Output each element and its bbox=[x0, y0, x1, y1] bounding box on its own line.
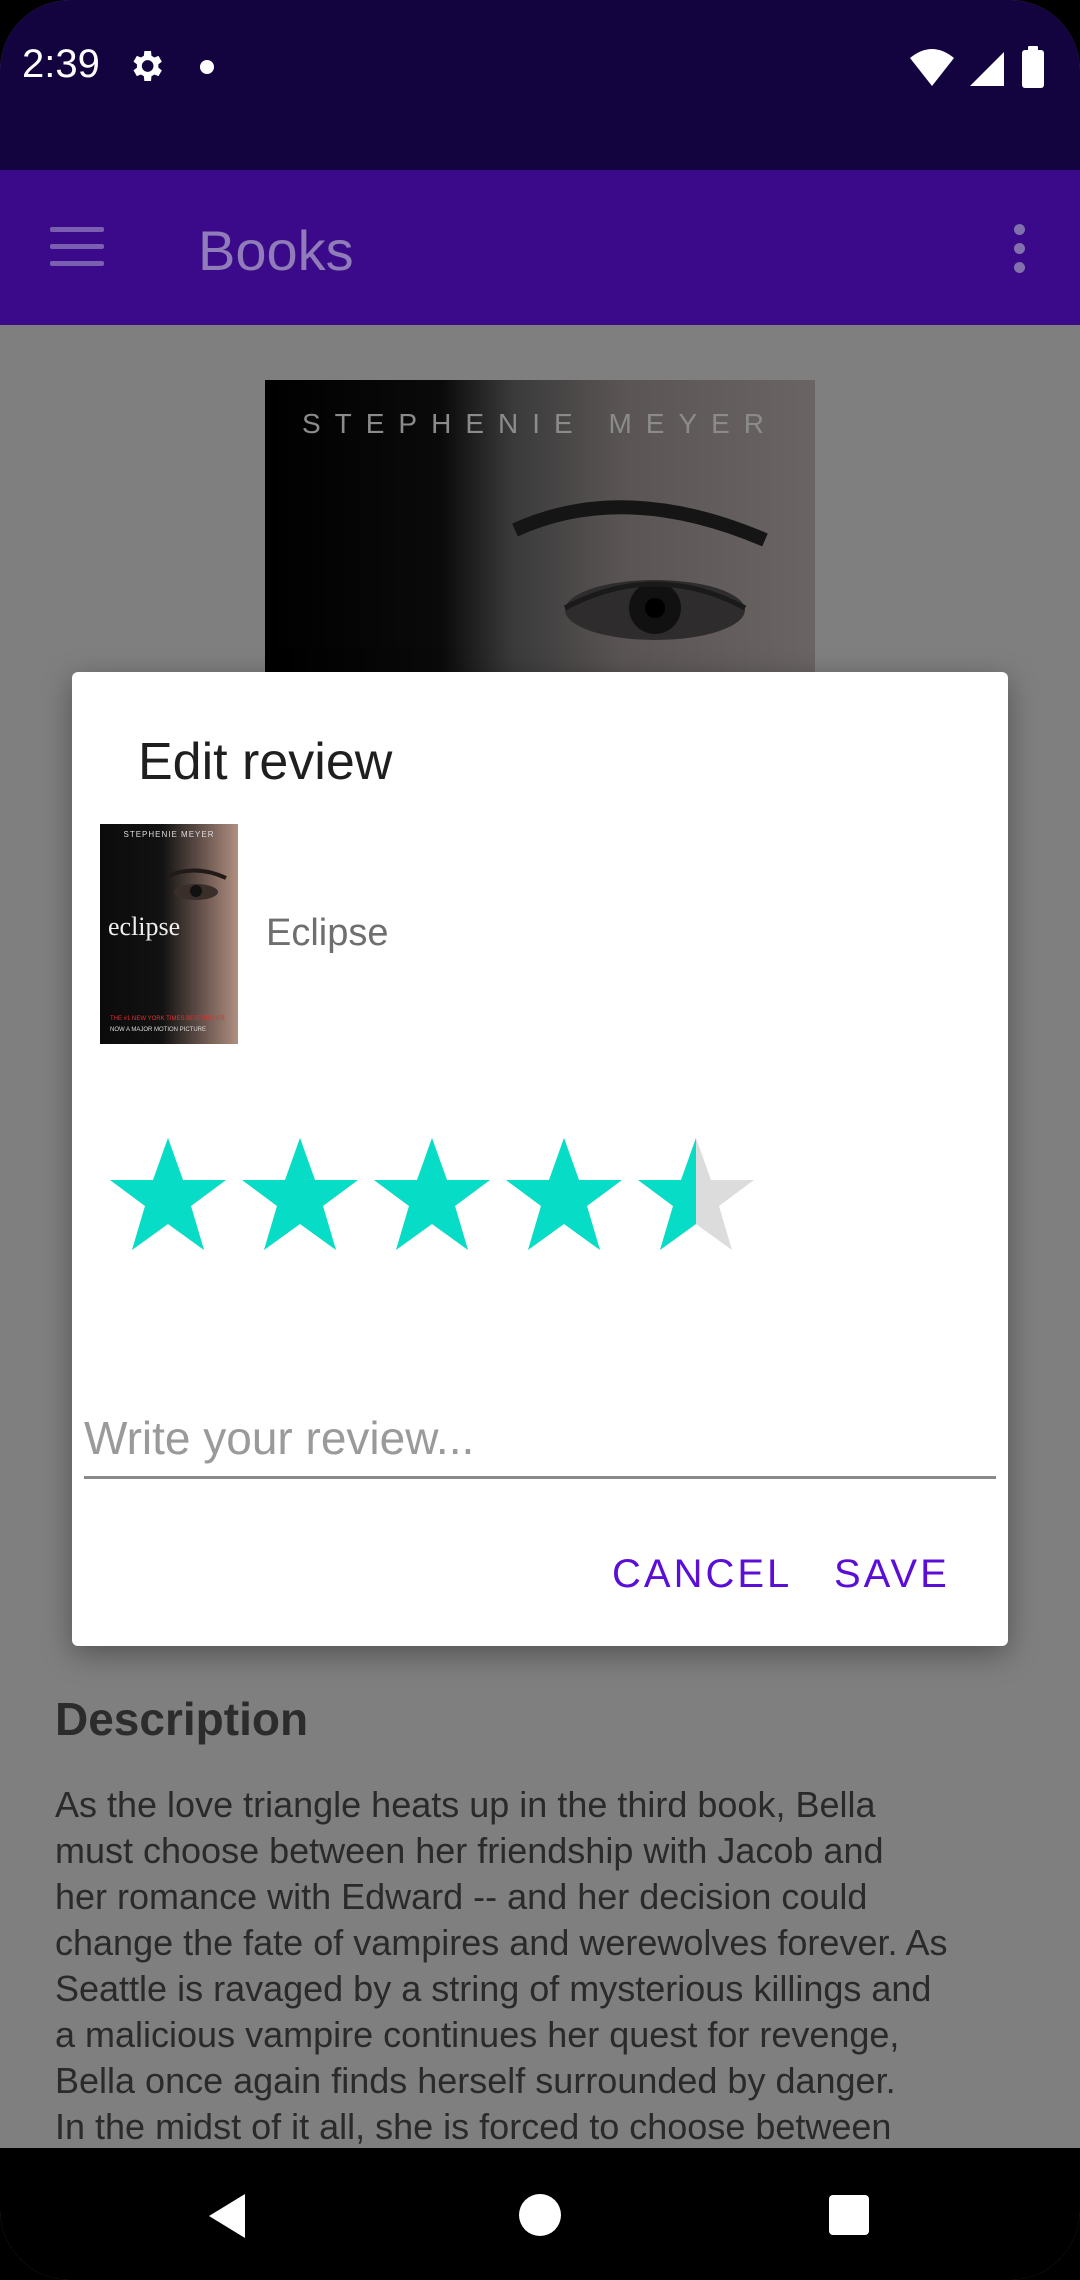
star-icon[interactable] bbox=[372, 1134, 492, 1254]
app-title: Books bbox=[198, 219, 354, 282]
star-icon[interactable] bbox=[240, 1134, 360, 1254]
dialog-title: Edit review bbox=[138, 733, 393, 791]
thumbnail-footer-1: THE #1 NEW YORK TIMES BESTSELLER bbox=[110, 1016, 225, 1022]
wifi-icon bbox=[910, 49, 954, 86]
app-bar: Books bbox=[0, 170, 1080, 325]
status-time: 2:39 bbox=[22, 42, 100, 86]
description-line: must choose between her friendship with … bbox=[55, 1830, 884, 1871]
thumbnail-footer-2: NOW A MAJOR MOTION PICTURE bbox=[110, 1027, 207, 1033]
home-icon[interactable] bbox=[519, 2194, 561, 2236]
edit-review-dialog: Edit review STEPHENIE MEYER eclipse THE … bbox=[72, 672, 1008, 1646]
eye-artwork bbox=[512, 500, 768, 640]
description-line: change the fate of vampires and werewolv… bbox=[55, 1922, 948, 1963]
signal-icon bbox=[970, 52, 1004, 86]
description-line: In the midst of it all, she is forced to… bbox=[55, 2106, 892, 2147]
book-cover-image: STEPHENIE MEYER bbox=[265, 380, 815, 680]
description-line: Bella once again finds herself surrounde… bbox=[55, 2060, 896, 2101]
status-bar: 2:39 bbox=[0, 0, 1080, 170]
description-text: As the love triangle heats up in the thi… bbox=[55, 1782, 1035, 2150]
recents-icon[interactable] bbox=[829, 2195, 869, 2235]
thumbnail-author: STEPHENIE MEYER bbox=[123, 830, 215, 839]
description-heading: Description bbox=[55, 1693, 309, 1745]
description-line: As the love triangle heats up in the thi… bbox=[55, 1784, 876, 1825]
description-line: Seattle is ravaged by a string of myster… bbox=[55, 1968, 932, 2009]
book-title: Eclipse bbox=[266, 912, 389, 954]
battery-icon bbox=[1022, 46, 1044, 88]
thumbnail-title: eclipse bbox=[108, 912, 181, 941]
description-line: her romance with Edward -- and her decis… bbox=[55, 1876, 868, 1917]
cover-author-text: STEPHENIE MEYER bbox=[301, 408, 779, 439]
settings-gear-icon bbox=[133, 51, 162, 81]
notification-dot-icon bbox=[200, 60, 214, 74]
thumbnail-eye-artwork bbox=[167, 868, 227, 900]
book-thumbnail: STEPHENIE MEYER eclipse THE #1 NEW YORK … bbox=[100, 824, 238, 1044]
rating-bar[interactable] bbox=[108, 1134, 808, 1254]
overflow-menu-icon[interactable] bbox=[1014, 224, 1028, 274]
cancel-button[interactable]: CANCEL bbox=[612, 1552, 792, 1597]
menu-icon[interactable] bbox=[50, 227, 104, 267]
system-status-icons bbox=[910, 46, 1044, 88]
navigation-bar bbox=[0, 2148, 1080, 2280]
description-line: a malicious vampire continues her quest … bbox=[55, 2014, 900, 2055]
back-icon[interactable] bbox=[205, 2192, 249, 2240]
save-button[interactable]: SAVE bbox=[834, 1552, 950, 1597]
screen: 2:39 Books STEPHENIE MEYER Description A… bbox=[0, 0, 1080, 2280]
review-input[interactable] bbox=[84, 1400, 996, 1479]
star-icon[interactable] bbox=[108, 1134, 228, 1254]
star-icon[interactable] bbox=[504, 1134, 624, 1254]
star-icon[interactable] bbox=[636, 1134, 756, 1254]
